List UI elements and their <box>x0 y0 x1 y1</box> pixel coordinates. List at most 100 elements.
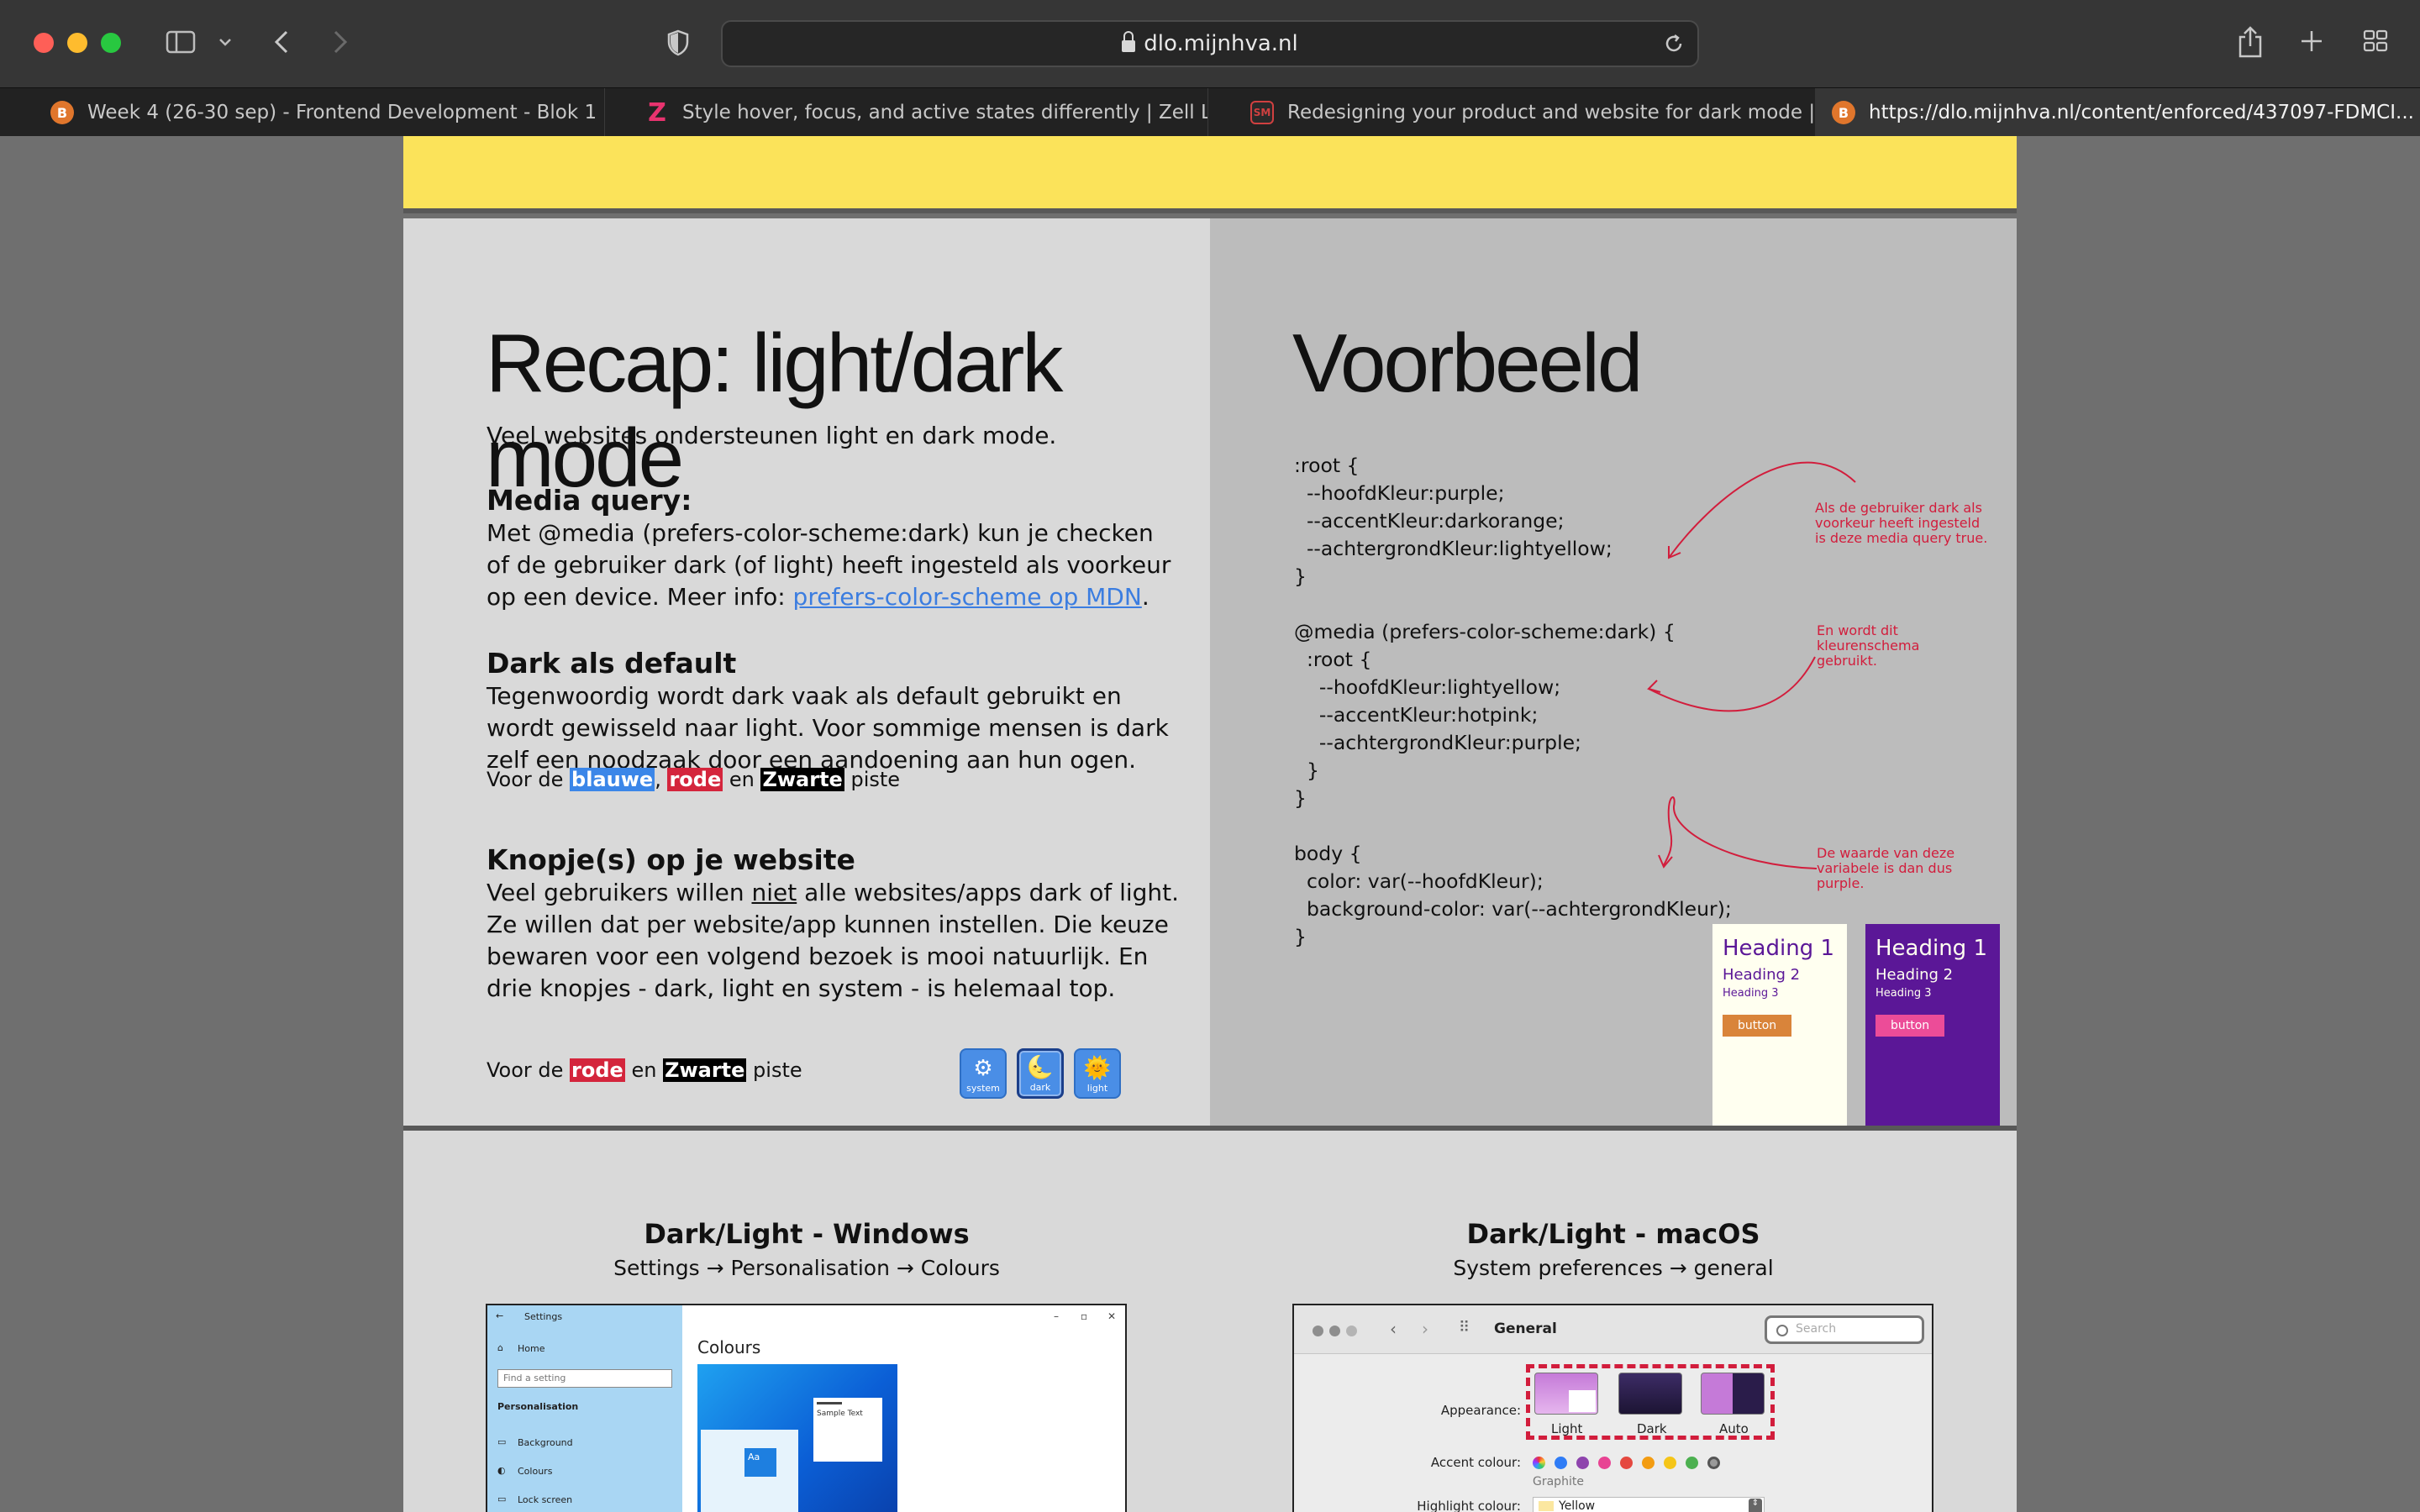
grid-icon[interactable]: ⠿ <box>1459 1319 1470 1336</box>
chevron-right-icon[interactable]: › <box>1422 1319 1428 1339</box>
dark-default-text: Tegenwoordig wordt dark vaak als default… <box>487 682 1169 774</box>
page-content: Recap: light/dark mode Veel websites ond… <box>0 136 2420 1512</box>
slide-recap: Recap: light/dark mode Veel websites ond… <box>403 218 1210 1126</box>
demo-button[interactable]: button <box>1876 1015 1945 1037</box>
share-icon <box>2238 26 2262 58</box>
colours-preview: Sample Text Aa <box>697 1364 897 1512</box>
accent-green[interactable] <box>1686 1457 1698 1469</box>
tab-title: Week 4 (26-30 sep) - Frontend Developmen… <box>87 102 597 123</box>
accent-blue[interactable] <box>1555 1457 1567 1469</box>
slide-title: Recap: light/dark mode <box>486 317 1063 504</box>
accent-pink[interactable] <box>1598 1457 1611 1469</box>
chevron-right-icon <box>334 30 348 54</box>
tab-title: Style hover, focus, and active states di… <box>682 102 1208 123</box>
monitor-icon: ▭ <box>497 1494 507 1504</box>
tab-title: https://dlo.mijnhva.nl/content/enforced/… <box>1869 102 2414 123</box>
tab-zell[interactable]: Z Style hover, focus, and active states … <box>629 88 1208 137</box>
buttons-text: Veel gebruikers willen niet alle website… <box>487 879 1180 1002</box>
yellow-header-bar <box>403 136 2017 208</box>
settings-search-input[interactable]: Find a setting <box>497 1369 672 1388</box>
close-window-button[interactable] <box>34 33 54 53</box>
appearance-auto-option[interactable] <box>1701 1373 1765 1415</box>
accent-yellow[interactable] <box>1664 1457 1676 1469</box>
piste-line-2: Voor de rode en Zwarte piste <box>487 1058 802 1082</box>
dark-default-heading: Dark als default <box>487 647 737 680</box>
light-mode-demo: Heading 1 Heading 2 Heading 3 button <box>1712 924 1847 1126</box>
lock-icon <box>1122 31 1136 52</box>
browser-toolbar: dlo.mijnhva.nl <box>0 0 2420 87</box>
chevron-left-icon[interactable]: ‹ <box>1390 1319 1397 1339</box>
tab-dlo-content[interactable]: B https://dlo.mijnhva.nl/content/enforce… <box>1815 88 2420 137</box>
dark-mode-button[interactable]: 🌜 dark <box>1017 1048 1064 1099</box>
accent-graphite[interactable] <box>1707 1457 1720 1469</box>
sidebar-toggle-button[interactable] <box>165 29 197 55</box>
gear-icon: ⚙ <box>973 1056 993 1081</box>
picture-icon: ▭ <box>497 1436 507 1447</box>
windows-title-text: Settings <box>524 1311 563 1322</box>
red-piste-badge: rode <box>570 1058 625 1082</box>
back-arrow-icon: ← <box>496 1310 504 1321</box>
close-icon[interactable]: ✕ <box>1107 1310 1116 1322</box>
demo-button[interactable]: button <box>1723 1015 1792 1037</box>
piste-line-1: Voor de blauwe, rode en Zwarte piste <box>487 768 901 791</box>
shield-icon <box>667 29 689 56</box>
tab-overview-button[interactable] <box>2361 27 2390 55</box>
intro-text: Veel websites ondersteunen light en dark… <box>487 422 1057 449</box>
zoom-window-button[interactable] <box>101 33 121 53</box>
new-tab-button[interactable] <box>2297 27 2326 55</box>
dark-mode-demo: Heading 1 Heading 2 Heading 3 button <box>1865 924 2000 1126</box>
annotation-color-scheme: En wordt dit kleurenschema gebruikt. <box>1817 622 1920 669</box>
accent-multicolour[interactable] <box>1533 1457 1545 1469</box>
windows-title: Dark/Light - Windows <box>644 1218 970 1250</box>
zell-icon: Z <box>648 97 666 128</box>
accent-red[interactable] <box>1620 1457 1633 1469</box>
smashing-icon: SM <box>1250 101 1274 124</box>
accent-purple[interactable] <box>1576 1457 1589 1469</box>
home-icon: ⌂ <box>497 1342 503 1353</box>
tab-title: Redesigning your product and website for… <box>1287 102 1822 123</box>
privacy-report-button[interactable] <box>666 29 691 57</box>
accent-orange[interactable] <box>1642 1457 1655 1469</box>
sidebar-icon <box>166 30 196 54</box>
grid-icon <box>2363 29 2388 52</box>
appearance-dark-option[interactable] <box>1618 1373 1682 1415</box>
light-mode-button[interactable]: 🌞 light <box>1074 1048 1121 1099</box>
media-query-heading: Media query: <box>487 484 692 517</box>
maximize-icon[interactable]: ▫ <box>1081 1310 1087 1322</box>
back-button[interactable] <box>269 27 294 57</box>
red-piste-badge: rode <box>667 768 723 791</box>
buttons-heading: Knopje(s) op je website <box>487 843 855 876</box>
annotation-media-query: Als de gebruiker dark als voorkeur heeft… <box>1815 500 1988 546</box>
address-url: dlo.mijnhva.nl <box>1144 31 1298 56</box>
macos-title: Dark/Light - macOS <box>1466 1218 1760 1250</box>
black-piste-badge: Zwarte <box>760 768 844 791</box>
moon-icon: 🌜 <box>1026 1055 1055 1080</box>
minimize-icon[interactable]: – <box>1054 1310 1059 1322</box>
share-button[interactable] <box>2235 24 2265 60</box>
tab-smashing[interactable]: SM Redesigning your product and website … <box>1234 88 1822 137</box>
windows-settings-screenshot: ← Settings ⌂ Home Find a setting Persona… <box>486 1304 1127 1512</box>
minimize-window-button[interactable] <box>67 33 87 53</box>
chevron-down-icon <box>219 39 231 46</box>
address-bar[interactable]: dlo.mijnhva.nl <box>721 20 1699 67</box>
brightspace-icon: B <box>1832 101 1855 124</box>
highlight-colour-select[interactable]: Yellow ⇕ <box>1533 1497 1765 1512</box>
mdn-link[interactable]: prefers-color-scheme op MDN <box>793 583 1142 611</box>
sun-icon: 🌞 <box>1083 1056 1112 1081</box>
chevron-updown-icon: ⇕ <box>1749 1499 1762 1512</box>
sidebar-menu-button[interactable] <box>217 34 234 50</box>
system-mode-button[interactable]: ⚙ system <box>960 1048 1007 1099</box>
tab-week4[interactable]: B Week 4 (26-30 sep) - Frontend Developm… <box>34 88 605 137</box>
preferences-search-input[interactable]: Search <box>1765 1315 1924 1344</box>
macos-path: System preferences → general <box>1453 1256 1774 1280</box>
media-query-text: Met @media (prefers-color-scheme:dark) k… <box>487 519 1171 611</box>
palette-icon: ◐ <box>497 1465 506 1476</box>
forward-button[interactable] <box>328 27 353 57</box>
reload-button[interactable] <box>1662 32 1686 55</box>
plus-icon <box>2302 31 2322 51</box>
appearance-light-option[interactable] <box>1534 1373 1598 1415</box>
slide-voorbeeld: Voorbeeld :root { --hoofdKleur:purple; -… <box>1210 218 2017 1126</box>
tab-bar: B Week 4 (26-30 sep) - Frontend Developm… <box>0 87 2420 137</box>
slide-divider <box>403 208 2017 213</box>
chevron-left-icon <box>274 30 288 54</box>
